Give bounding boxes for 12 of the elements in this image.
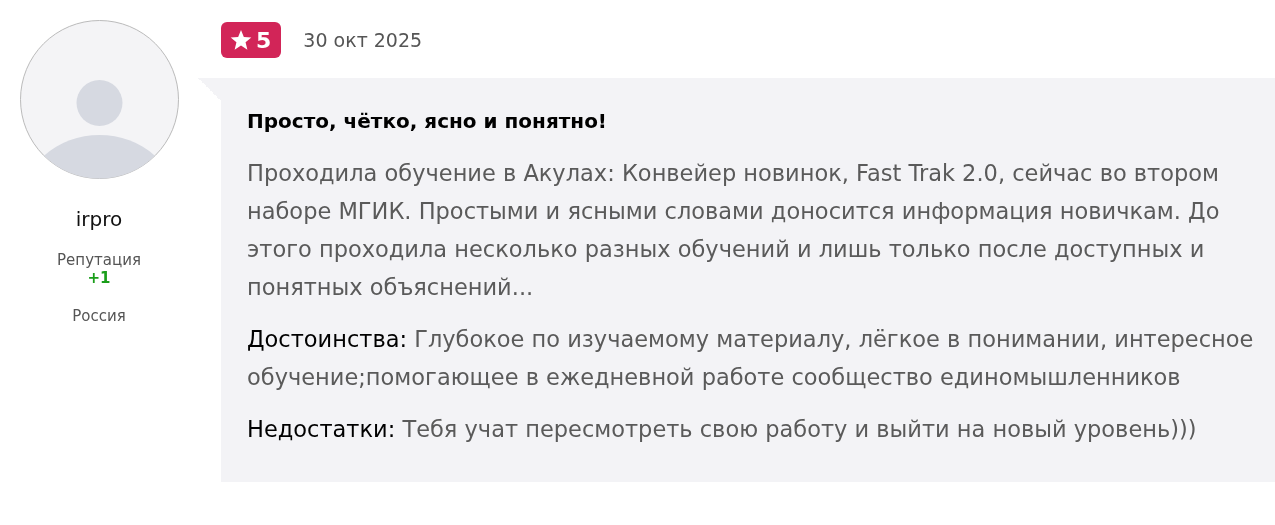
avatar-icon — [19, 20, 179, 179]
review-text: Проходила обучение в Акулах: Конвейер новинок, Fast Trak 2.0, сейчас во втором наборе МГИК. Простыми и ясными словами доносится информация новичкам. До этого проходила несколько разных обучений и лишь только после доступных и понятных объяснений... — [247, 159, 1221, 302]
reputation-label: Репутация — [57, 251, 141, 269]
rating-badge: 5 — [221, 22, 282, 58]
username: irpro — [75, 207, 123, 231]
star-icon — [230, 29, 252, 51]
review-title: Просто, чётко, ясно и понятно! — [247, 108, 608, 135]
review-section: Достоинства: Глубокое по изучаемому материалу, лёгкое в понимании, интересное обучение;помогающее в ежедневной работе сообщество единомышленников — [247, 320, 1271, 396]
review-section: Недостатки: Тебя учат пересмотреть свою работу и выйти на новый уровень))) — [247, 410, 1271, 448]
reputation-value: +1 — [87, 269, 111, 287]
country: Россия — [72, 307, 126, 325]
review-date: 30 окт 2025 — [303, 29, 423, 51]
